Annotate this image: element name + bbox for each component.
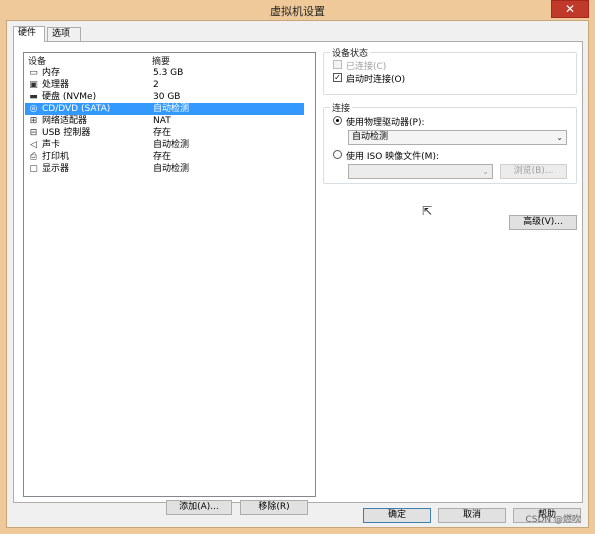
device-row-network-adapter[interactable]: ⊞ 网络适配器 NAT: [25, 115, 304, 127]
close-button[interactable]: ✕: [551, 0, 589, 18]
device-summary: 自动检测: [153, 164, 190, 174]
network-adapter-icon: ⊞: [29, 116, 38, 126]
column-header-device[interactable]: 设备: [28, 54, 46, 67]
device-summary: 存在: [153, 128, 172, 138]
device-name: 处理器: [42, 80, 70, 90]
tab-hardware[interactable]: 硬件: [13, 26, 45, 42]
display-icon: ▢: [29, 164, 38, 174]
use-physical-drive-radio[interactable]: [333, 116, 342, 125]
title-bar[interactable]: 虚拟机设置 ✕: [0, 0, 595, 20]
mouse-cursor-icon: ⇱: [422, 204, 433, 218]
tab-options[interactable]: 选项: [47, 27, 81, 41]
device-row-processor[interactable]: ▣ 处理器 2: [25, 79, 304, 91]
device-summary: 自动检测: [153, 140, 190, 150]
device-row-printer[interactable]: ⎙ 打印机 存在: [25, 151, 304, 163]
device-name: USB 控制器: [42, 128, 91, 138]
device-summary: 2: [153, 80, 159, 90]
printer-icon: ⎙: [29, 152, 38, 162]
device-name: 显示器: [42, 164, 70, 174]
ok-button[interactable]: 确定: [363, 508, 431, 523]
chevron-down-icon: ⌄: [482, 167, 489, 176]
device-summary: 5.3 GB: [153, 68, 184, 78]
device-row-usb-controller[interactable]: ⊟ USB 控制器 存在: [25, 127, 304, 139]
device-row-sound-card[interactable]: ◁ 声卡 自动检测: [25, 139, 304, 151]
device-name: 声卡: [42, 140, 61, 150]
window-title: 虚拟机设置: [270, 5, 325, 18]
advanced-button[interactable]: 高级(V)...: [509, 215, 577, 230]
connection-title: 连接: [330, 101, 353, 114]
device-row-cd-dvd[interactable]: ◎ CD/DVD (SATA) 自动检测: [25, 103, 304, 115]
window-frame: 虚拟机设置 ✕ 硬件 选项 设备 摘要 ▭ 内存 5.3 GB ▣ 处理器 2 …: [0, 0, 595, 534]
usb-controller-icon: ⊟: [29, 128, 38, 138]
column-header-summary[interactable]: 摘要: [152, 54, 170, 67]
connected-label: 已连接(C): [346, 62, 387, 72]
processor-icon: ▣: [29, 80, 38, 90]
cancel-button[interactable]: 取消: [438, 508, 506, 523]
remove-device-button[interactable]: 移除(R): [240, 500, 308, 515]
device-summary: 自动检测: [153, 104, 190, 114]
device-name: 网络适配器: [42, 116, 88, 126]
device-name: 硬盘 (NVMe): [42, 92, 97, 102]
device-summary: 30 GB: [153, 92, 181, 102]
use-iso-radio[interactable]: [333, 150, 342, 159]
physical-drive-select[interactable]: 自动检测 ⌄: [348, 130, 567, 145]
device-status-title: 设备状态: [330, 46, 371, 59]
use-iso-label: 使用 ISO 映像文件(M):: [346, 152, 439, 162]
device-name: 内存: [42, 68, 61, 78]
connection-group: 连接 使用物理驱动器(P): 自动检测 ⌄ 使用 ISO 映像文件(M): ⌄ …: [323, 101, 577, 184]
device-list: 设备 摘要 ▭ 内存 5.3 GB ▣ 处理器 2 ▬ 硬盘 (NVMe) 30…: [23, 52, 316, 497]
physical-drive-value: 自动检测: [352, 132, 389, 142]
device-row-display[interactable]: ▢ 显示器 自动检测: [25, 163, 304, 175]
watermark: CSDN @燃吹: [525, 515, 581, 525]
dialog-client: 硬件 选项 设备 摘要 ▭ 内存 5.3 GB ▣ 处理器 2 ▬ 硬盘 (NV…: [6, 20, 589, 528]
device-name: CD/DVD (SATA): [42, 104, 111, 114]
cd-dvd-icon: ◎: [29, 104, 38, 114]
use-physical-drive-label: 使用物理驱动器(P):: [346, 118, 425, 128]
hard-disk-icon: ▬: [29, 92, 38, 102]
device-name: 打印机: [42, 152, 70, 162]
iso-path-select[interactable]: ⌄: [348, 164, 493, 179]
device-row-memory[interactable]: ▭ 内存 5.3 GB: [25, 67, 304, 79]
list-header: 设备 摘要: [24, 53, 315, 67]
memory-icon: ▭: [29, 68, 38, 78]
connect-at-power-on-label: 启动时连接(O): [346, 75, 406, 85]
browse-button[interactable]: 浏览(B)...: [500, 164, 567, 179]
device-summary: NAT: [153, 116, 171, 126]
connected-checkbox[interactable]: [333, 60, 342, 69]
chevron-down-icon: ⌄: [556, 133, 563, 142]
connect-at-power-on-checkbox[interactable]: ✓: [333, 73, 342, 82]
add-device-button[interactable]: 添加(A)...: [166, 500, 232, 515]
device-row-hard-disk[interactable]: ▬ 硬盘 (NVMe) 30 GB: [25, 91, 304, 103]
hardware-panel: 设备 摘要 ▭ 内存 5.3 GB ▣ 处理器 2 ▬ 硬盘 (NVMe) 30…: [13, 41, 583, 515]
device-status-group: 设备状态 已连接(C) ✓ 启动时连接(O): [323, 46, 577, 95]
device-summary: 存在: [153, 152, 172, 162]
sound-card-icon: ◁: [30, 140, 37, 150]
